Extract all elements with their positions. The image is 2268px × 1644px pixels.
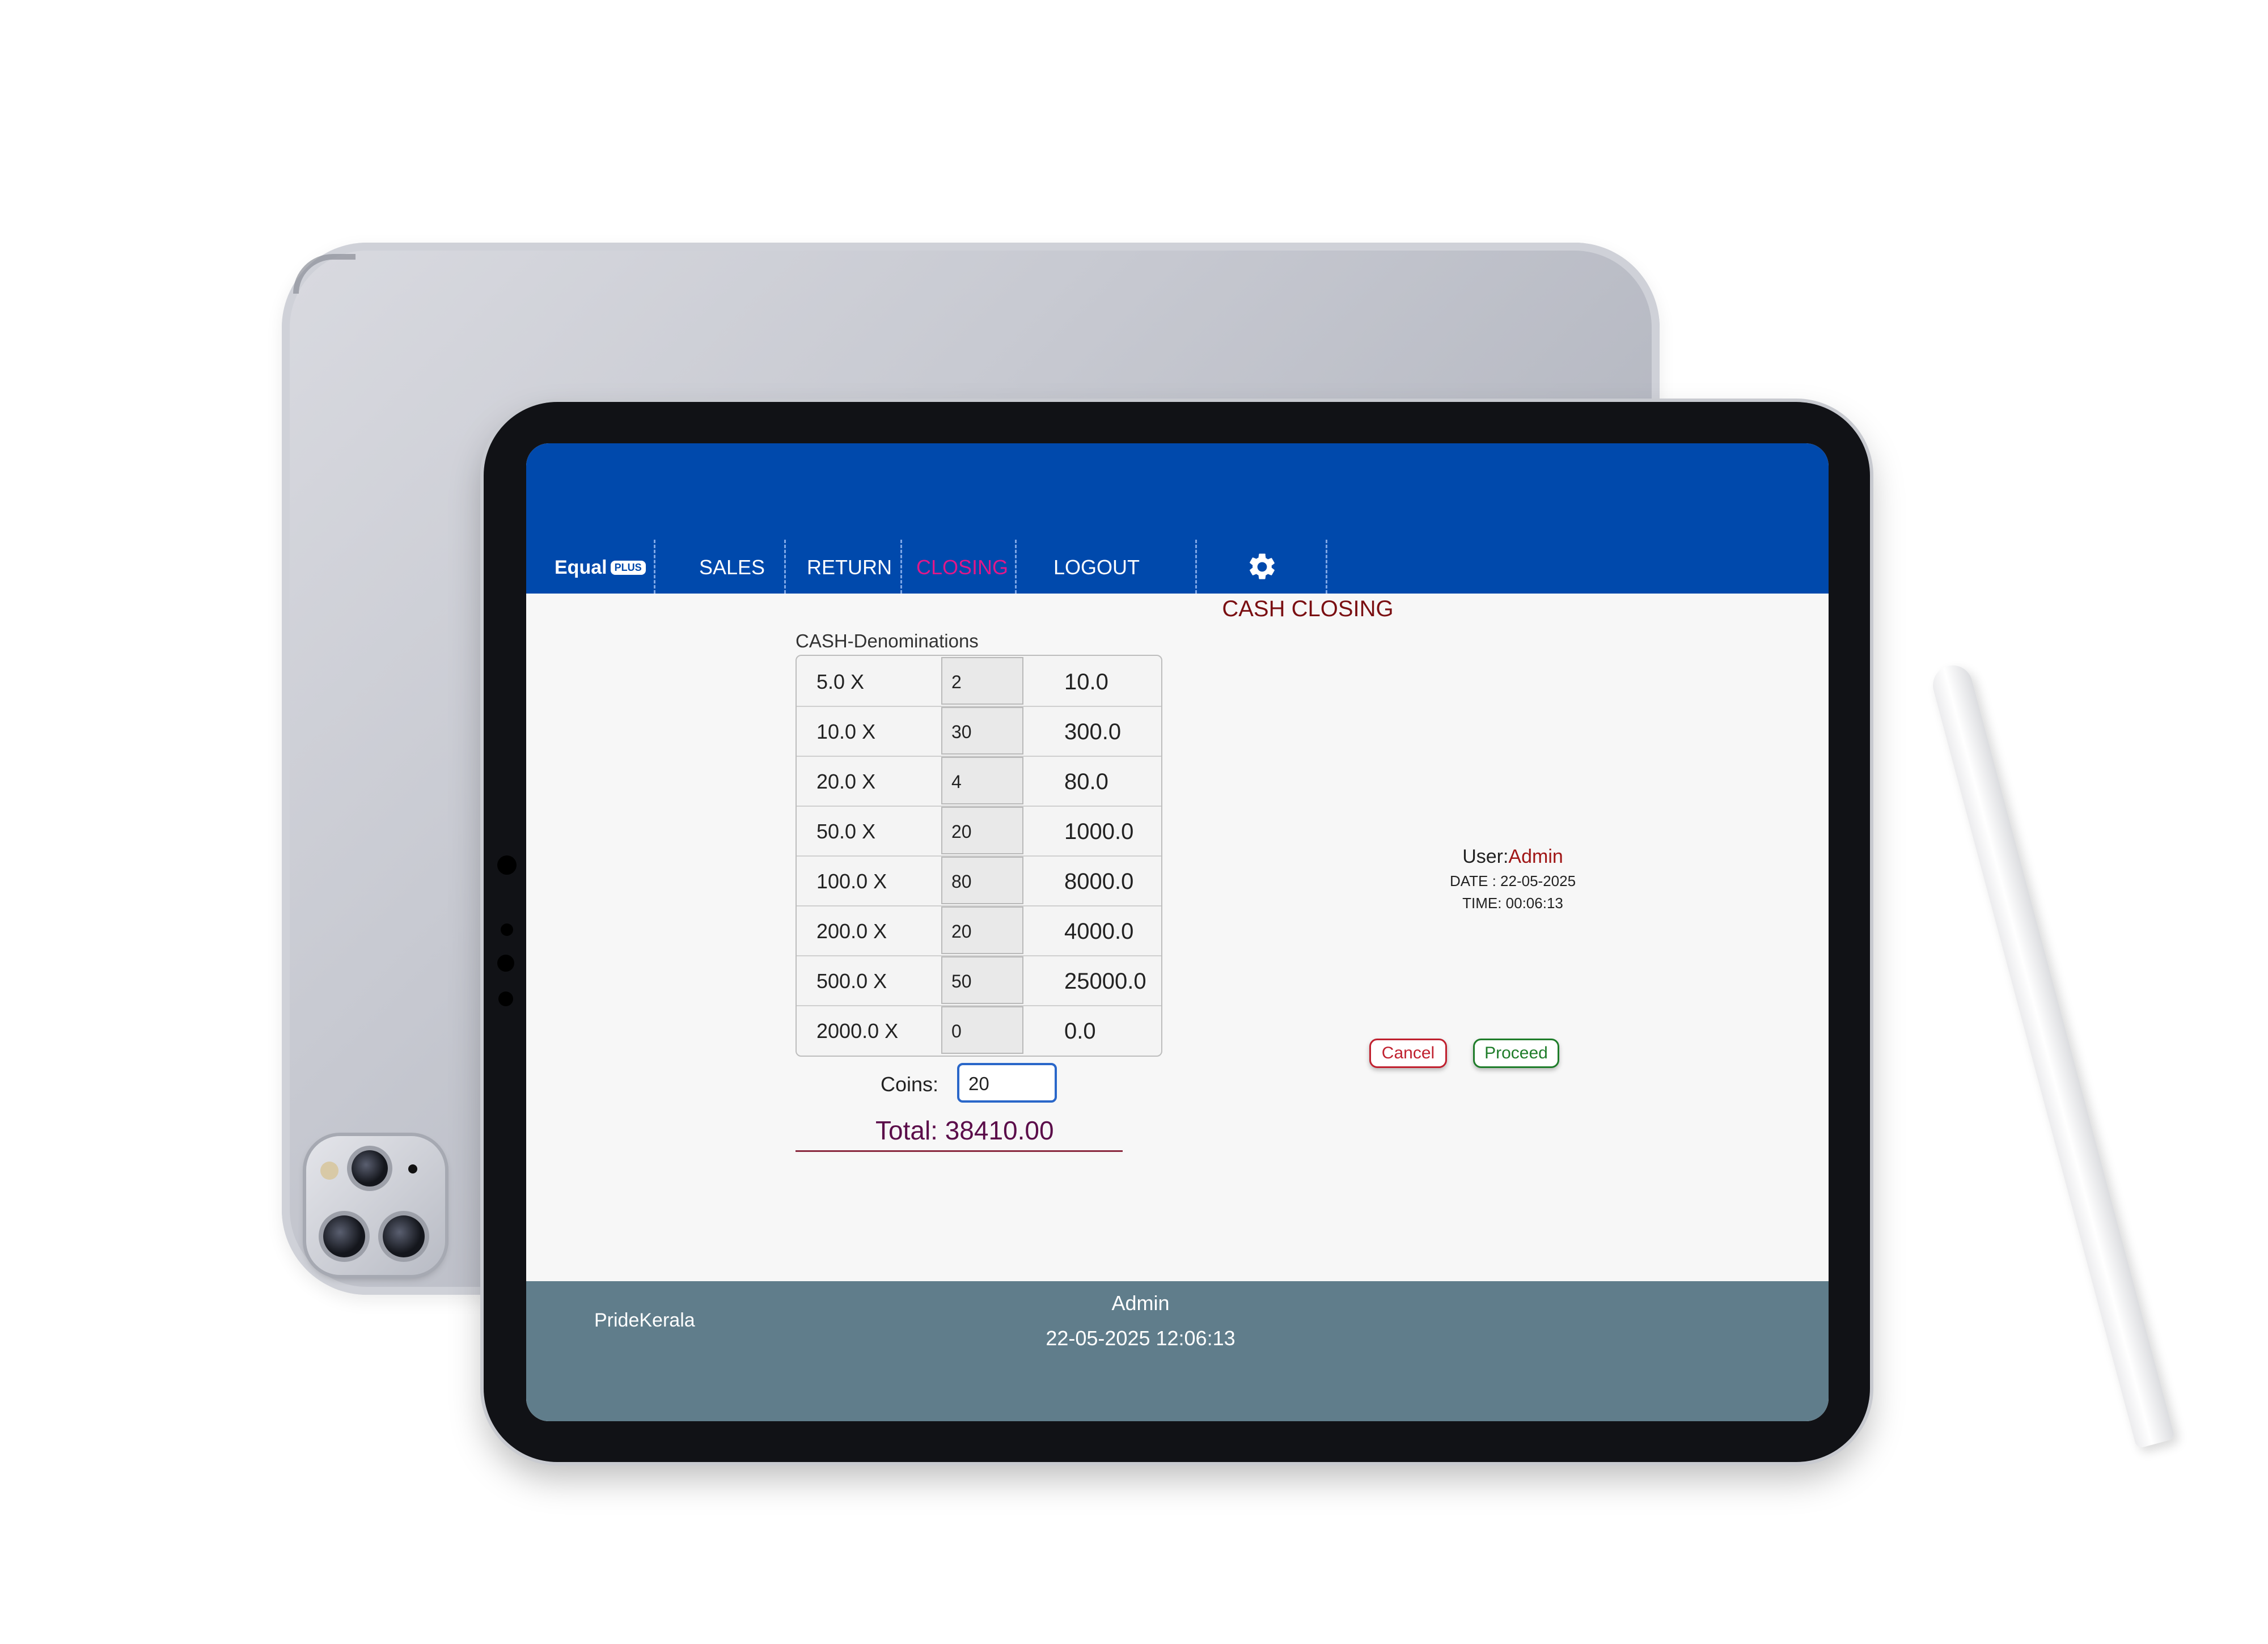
stylus-pencil [1928,660,2176,1449]
denomination-qty-input[interactable]: 0 [941,1006,1023,1054]
denomination-label: 10.0 X [816,720,876,743]
app-logo[interactable]: Equal PLUS [555,557,646,579]
nav-divider [1015,540,1017,594]
camera-microphone [408,1164,417,1173]
denomination-qty-input[interactable]: 20 [941,807,1023,854]
denomination-label: 50.0 X [816,820,876,843]
user-name: Admin [1508,846,1563,867]
denomination-amount: 0.0 [1064,1019,1096,1044]
sensor-dot [501,923,513,936]
nav-divider [1195,540,1197,594]
nav-item-sales[interactable]: SALES [699,556,765,579]
denomination-row: 20.0 X 4 80.0 [797,756,1161,807]
denomination-row: 5.0 X 2 10.0 [797,656,1161,707]
denomination-label: 500.0 X [816,969,887,993]
session-date: DATE : 22-05-2025 [1449,872,1576,889]
total-underline [796,1150,1123,1152]
nav-item-return[interactable]: RETURN [807,556,892,579]
denomination-label: 2000.0 X [816,1019,899,1043]
main-nav: Equal PLUS SALES RETURN CLOSING LOGOUT [526,540,1829,594]
session-info: User:Admin DATE : 22-05-2025 TIME: 00:06… [1411,846,1615,912]
nav-item-logout[interactable]: LOGOUT [1053,556,1140,579]
denomination-amount: 300.0 [1064,719,1122,744]
logo-text: Equal [555,557,607,578]
camera-lens [352,1150,388,1187]
nav-divider [654,540,655,594]
denomination-label: 5.0 X [816,670,865,693]
denomination-amount: 80.0 [1064,769,1108,794]
proceed-button[interactable]: Proceed [1473,1039,1559,1068]
denomination-amount: 4000.0 [1064,919,1134,944]
gear-icon[interactable] [1246,551,1278,583]
denomination-row: 50.0 X 20 1000.0 [797,806,1161,857]
denomination-label: 20.0 X [816,770,876,793]
denomination-row: 500.0 X 50 25000.0 [797,955,1161,1006]
camera-lens [383,1215,425,1257]
denomination-row: 10.0 X 30 300.0 [797,706,1161,757]
camera-lens [323,1215,365,1257]
denomination-amount: 25000.0 [1064,969,1146,994]
nav-divider [900,540,902,594]
denomination-row: 2000.0 X 0 0.0 [797,1005,1161,1055]
denomination-row: 200.0 X 20 4000.0 [797,905,1161,956]
nav-divider [1326,540,1327,594]
coins-label: Coins: [881,1073,939,1096]
nav-item-closing[interactable]: CLOSING [916,556,1008,579]
front-camera-dot [497,855,517,875]
total-amount: Total: 38410.00 [875,1116,1054,1145]
denomination-amount: 10.0 [1064,670,1108,694]
session-time: TIME: 00:06:13 [1462,895,1563,912]
denomination-qty-input[interactable]: 20 [941,906,1023,954]
sensor-dot [497,955,514,972]
camera-flash [320,1162,338,1180]
app-screen: Equal PLUS SALES RETURN CLOSING LOGOUT C… [526,443,1829,1421]
rear-camera-module [306,1136,445,1275]
denomination-label: 200.0 X [816,920,887,943]
denomination-amount: 8000.0 [1064,869,1134,894]
cancel-button[interactable]: Cancel [1369,1039,1447,1068]
user-label: User: [1462,846,1509,867]
denomination-qty-input[interactable]: 50 [941,956,1023,1004]
footer-datetime: 22-05-2025 12:06:13 [1046,1327,1235,1350]
user-line: User:Admin [1411,846,1615,868]
denomination-qty-input[interactable]: 2 [941,657,1023,705]
nav-divider [784,540,786,594]
status-footer: PrideKerala Admin 22-05-2025 12:06:13 [526,1281,1829,1421]
tablet-front-device: Equal PLUS SALES RETURN CLOSING LOGOUT C… [484,402,1870,1462]
top-navigation-bar: Equal PLUS SALES RETURN CLOSING LOGOUT [526,443,1829,594]
page-title: CASH CLOSING [1222,596,1394,621]
denomination-amount: 1000.0 [1064,819,1134,844]
coins-input[interactable]: 20 [957,1063,1057,1103]
denominations-table: 5.0 X 2 10.0 10.0 X 30 300.0 20.0 X 4 80… [796,655,1162,1057]
denomination-label: 100.0 X [816,870,887,893]
denomination-qty-input[interactable]: 4 [941,757,1023,804]
footer-user: Admin [1111,1291,1170,1315]
tablet-edge-highlight [293,254,356,294]
denominations-caption: CASH-Denominations [796,630,979,651]
denomination-qty-input[interactable]: 30 [941,707,1023,755]
logo-badge: PLUS [610,561,646,575]
denomination-qty-input[interactable]: 80 [941,857,1023,904]
denomination-row: 100.0 X 80 8000.0 [797,855,1161,906]
sensor-dot [498,992,513,1006]
